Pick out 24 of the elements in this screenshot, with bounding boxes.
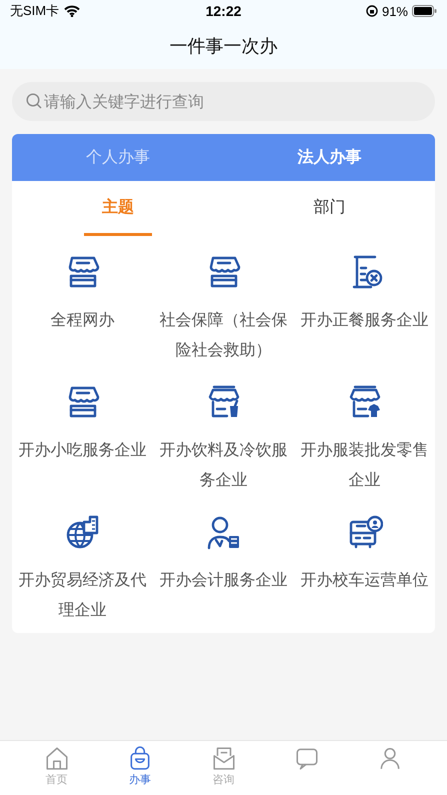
service-label[interactable]: 开办正餐服务企业 <box>300 305 428 335</box>
person-calculator-icon <box>206 514 242 550</box>
mail-icon <box>210 745 237 771</box>
rotation-lock-icon <box>366 5 378 17</box>
service-label[interactable]: 开办小吃服务企业 <box>18 435 146 465</box>
service-label[interactable]: 开办校车运营单位 <box>300 565 428 595</box>
home-icon <box>44 745 70 771</box>
clock-time: 12:22 <box>206 3 242 19</box>
filter-tab[interactable]: 部门 <box>295 181 364 236</box>
nav-tab[interactable]: 办事 <box>98 741 182 795</box>
search-field[interactable]: 请输入关键字进行查询 <box>12 82 435 121</box>
battery-percent: 91% <box>382 4 408 18</box>
service-label[interactable]: 开办会计服务企业 <box>160 565 288 595</box>
service-label[interactable]: 开办服装批发零售企业 <box>300 435 428 495</box>
carrier-text: 无SIM卡 <box>10 2 60 20</box>
service-label[interactable]: 全程网办 <box>18 305 146 335</box>
globe-building-icon <box>64 514 100 550</box>
service-label[interactable]: 社会保障（社会保险社会救助） <box>160 305 288 365</box>
wifi-icon <box>64 5 80 17</box>
page-title: 一件事一次办 <box>170 34 278 58</box>
search-icon <box>26 93 42 109</box>
battery-icon <box>412 5 437 17</box>
service-label[interactable]: 开办贸易经济及代理企业 <box>18 565 146 625</box>
service-label[interactable]: 开办饮料及冷饮服务企业 <box>160 435 288 495</box>
